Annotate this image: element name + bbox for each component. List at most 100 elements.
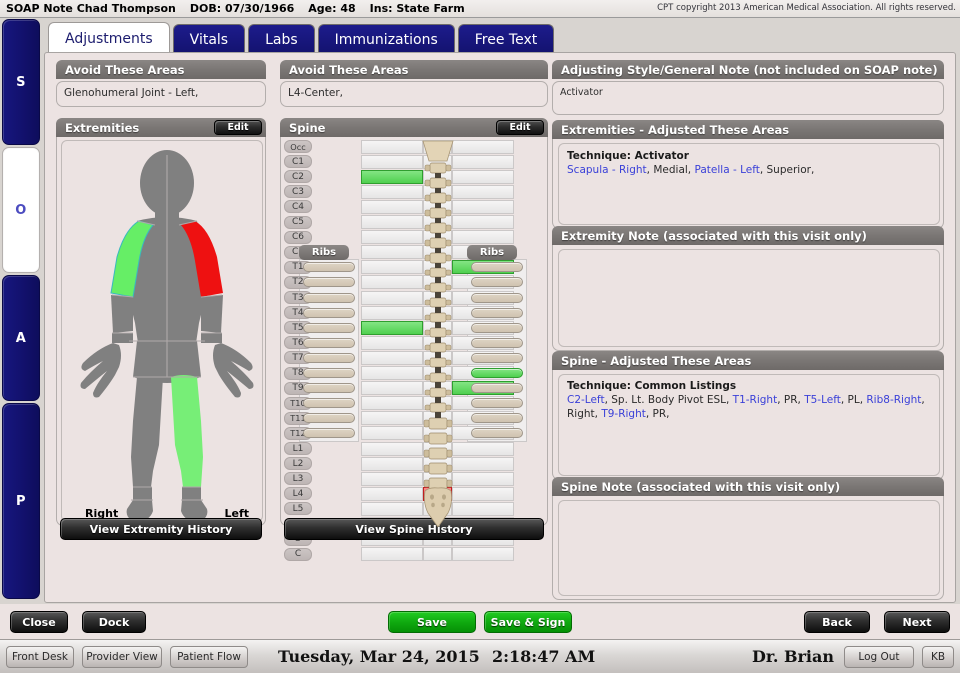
- adjusted-area-link[interactable]: Scapula - Right: [567, 164, 647, 176]
- rib-marker-right[interactable]: [471, 353, 523, 363]
- spine-cell-center[interactable]: [423, 502, 452, 516]
- view-spine-history-button[interactable]: View Spine History: [284, 518, 544, 540]
- spine-cell-right[interactable]: [452, 170, 514, 184]
- spine-cell-center[interactable]: [423, 170, 452, 184]
- spine-cell-right[interactable]: [452, 472, 514, 486]
- spine-row[interactable]: T4: [281, 305, 531, 320]
- edit-spine-button[interactable]: Edit: [496, 120, 544, 135]
- spine-row[interactable]: C3: [281, 184, 531, 199]
- rib-marker-left[interactable]: [303, 277, 355, 287]
- spine-cell-center[interactable]: [423, 200, 452, 214]
- spine-cell-left[interactable]: [361, 291, 423, 305]
- spine-cell-left[interactable]: [361, 275, 423, 289]
- spine-row[interactable]: L5: [281, 501, 531, 516]
- spine-cell-center[interactable]: [423, 426, 452, 440]
- spine-cell-left[interactable]: [361, 457, 423, 471]
- spine-cell-right[interactable]: [452, 140, 514, 154]
- extremity-note-input[interactable]: [558, 249, 940, 347]
- view-extremity-history-button[interactable]: View Extremity History: [60, 518, 262, 540]
- spine-cell-right[interactable]: [452, 442, 514, 456]
- spine-row[interactable]: L3: [281, 471, 531, 486]
- avoid-spine-value[interactable]: L4-Center,: [280, 81, 548, 107]
- adjusted-area-link[interactable]: Patella - Left: [694, 164, 759, 176]
- spine-row[interactable]: L4: [281, 486, 531, 501]
- rib-marker-left[interactable]: [303, 398, 355, 408]
- back-button[interactable]: Back: [804, 611, 870, 633]
- soap-rail-item-p[interactable]: P: [2, 403, 40, 599]
- rib-marker-left[interactable]: [303, 353, 355, 363]
- rib-marker-left[interactable]: [303, 413, 355, 423]
- spine-cell-center[interactable]: [423, 275, 452, 289]
- spine-cell-left[interactable]: [361, 366, 423, 380]
- spine-cell-center[interactable]: [423, 351, 452, 365]
- spine-cell-left[interactable]: [361, 547, 423, 561]
- rib-marker-right[interactable]: [471, 262, 523, 272]
- spine-cell-center[interactable]: [423, 396, 452, 410]
- spine-cell-center[interactable]: [423, 230, 452, 244]
- spine-cell-right[interactable]: [452, 487, 514, 501]
- spine-cell-center[interactable]: [423, 547, 452, 561]
- spine-cell-right[interactable]: [452, 155, 514, 169]
- spine-cell-center[interactable]: [423, 411, 452, 425]
- spine-cell-center[interactable]: [423, 155, 452, 169]
- spine-row[interactable]: L1: [281, 441, 531, 456]
- spine-cell-right[interactable]: [452, 230, 514, 244]
- spine-cell-center[interactable]: [423, 442, 452, 456]
- spine-cell-center[interactable]: [423, 260, 452, 274]
- rib-marker-left[interactable]: [303, 323, 355, 333]
- spine-cell-left[interactable]: [361, 321, 423, 335]
- human-body-svg[interactable]: [67, 145, 267, 526]
- spine-cell-left[interactable]: [361, 442, 423, 456]
- spine-row[interactable]: C4: [281, 199, 531, 214]
- rib-marker-right[interactable]: [471, 383, 523, 393]
- body-figure[interactable]: Right Left: [67, 145, 267, 526]
- rib-marker-right[interactable]: [471, 428, 523, 438]
- spine-cell-right[interactable]: [452, 185, 514, 199]
- spine-cell-center[interactable]: [423, 457, 452, 471]
- adjusted-area-link[interactable]: T9-Right: [601, 408, 646, 420]
- spine-cell-center[interactable]: [423, 306, 452, 320]
- spine-cell-left[interactable]: [361, 396, 423, 410]
- spine-cell-left[interactable]: [361, 487, 423, 501]
- spine-cell-left[interactable]: [361, 230, 423, 244]
- spine-cell-right[interactable]: [452, 457, 514, 471]
- log-out-button[interactable]: Log Out: [844, 646, 914, 668]
- spine-cell-left[interactable]: [361, 411, 423, 425]
- spine-cell-left[interactable]: [361, 215, 423, 229]
- keyboard-button[interactable]: KB: [922, 646, 954, 668]
- spine-row[interactable]: T12: [281, 426, 531, 441]
- spine-row[interactable]: C: [281, 547, 531, 562]
- spine-adjusted-content[interactable]: Technique: Common Listings C2-Left, Sp. …: [558, 374, 940, 476]
- spine-row[interactable]: T2: [281, 275, 531, 290]
- avoid-extremities-value[interactable]: Glenohumeral Joint - Left,: [56, 81, 266, 107]
- adjusted-area-link[interactable]: T1-Right: [733, 394, 778, 406]
- rib-marker-left[interactable]: [303, 338, 355, 348]
- spine-cell-center[interactable]: [423, 336, 452, 350]
- spine-cell-center[interactable]: [423, 140, 452, 154]
- spine-row[interactable]: T5: [281, 320, 531, 335]
- spine-cell-center[interactable]: [423, 366, 452, 380]
- rib-marker-left[interactable]: [303, 293, 355, 303]
- soap-rail-item-o[interactable]: O: [2, 147, 40, 273]
- spine-cell-left[interactable]: [361, 426, 423, 440]
- spine-cell-center[interactable]: [423, 381, 452, 395]
- adjusted-area-link[interactable]: Rib8-Right: [866, 394, 921, 406]
- spine-cell-right[interactable]: [452, 502, 514, 516]
- edit-extremities-button[interactable]: Edit: [214, 120, 262, 135]
- spine-row[interactable]: L2: [281, 456, 531, 471]
- spine-cell-left[interactable]: [361, 472, 423, 486]
- spine-cell-center[interactable]: [423, 472, 452, 486]
- spine-row[interactable]: T8: [281, 366, 531, 381]
- adjusted-area-link[interactable]: C2-Left: [567, 394, 605, 406]
- rib-marker-right[interactable]: [471, 413, 523, 423]
- spine-cell-left[interactable]: [361, 381, 423, 395]
- spine-row[interactable]: C5: [281, 215, 531, 230]
- rib-marker-left[interactable]: [303, 368, 355, 378]
- save-and-sign-button[interactable]: Save & Sign: [484, 611, 572, 633]
- spine-note-input[interactable]: [558, 500, 940, 596]
- spine-cell-right[interactable]: [452, 215, 514, 229]
- spine-cell-left[interactable]: [361, 185, 423, 199]
- rib-marker-right[interactable]: [471, 323, 523, 333]
- extremities-adjusted-content[interactable]: Technique: Activator Scapula - Right, Me…: [558, 143, 940, 225]
- spine-cell-center[interactable]: [423, 487, 452, 501]
